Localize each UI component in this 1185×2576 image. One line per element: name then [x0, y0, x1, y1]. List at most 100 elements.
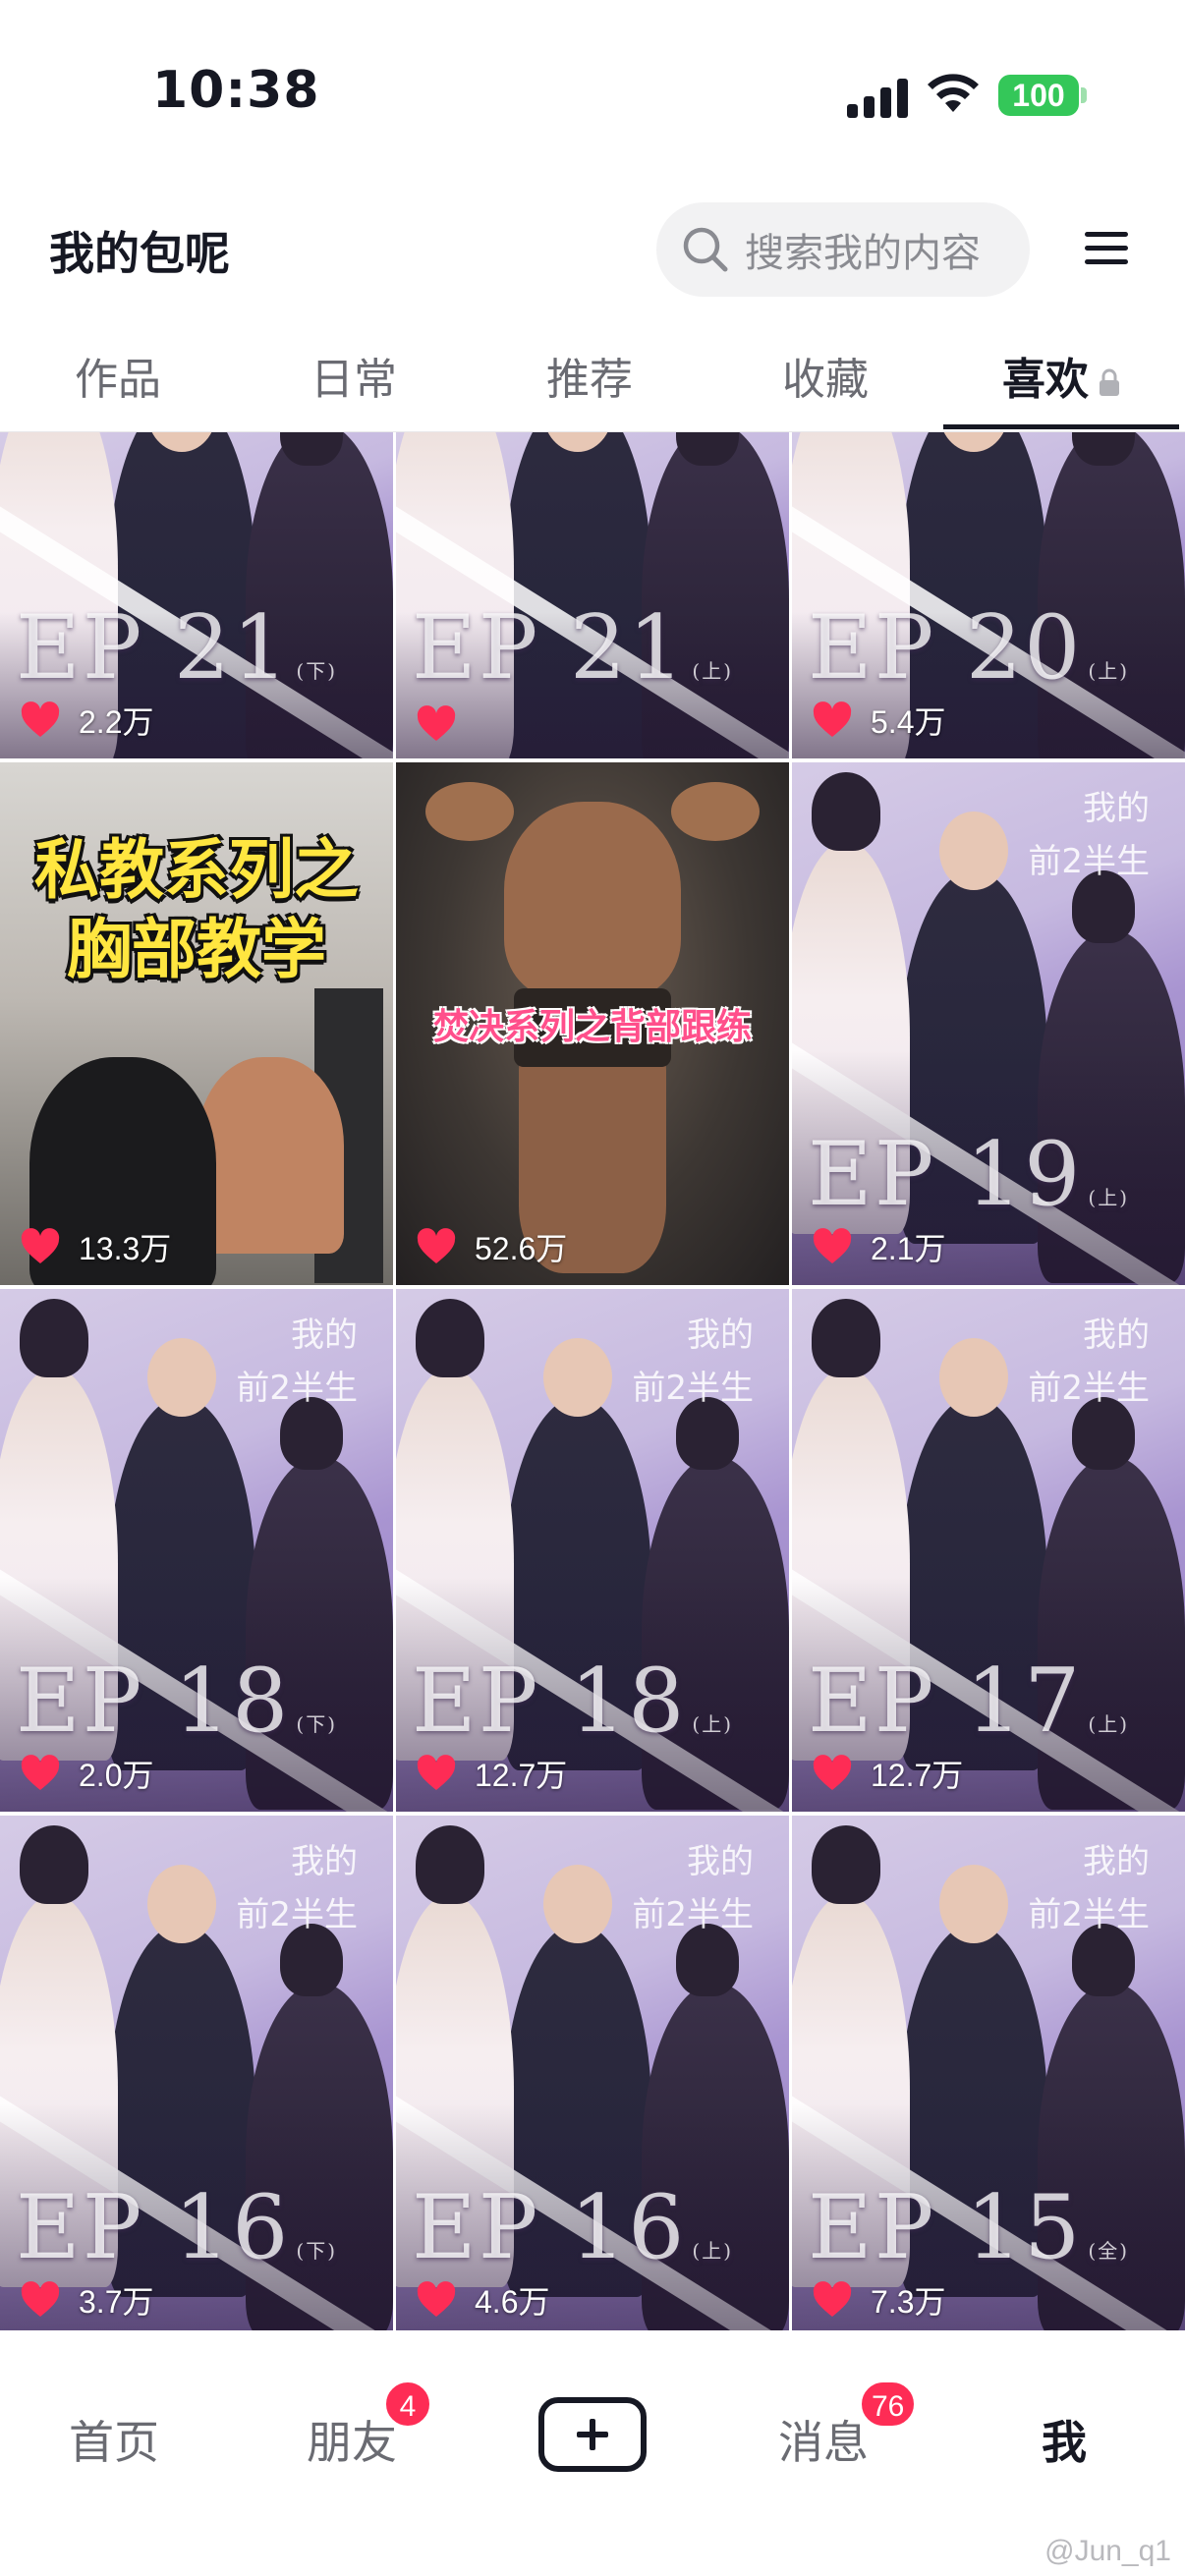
plus-icon [577, 2419, 608, 2450]
video-thumbnail[interactable]: 我的 前2半生 EP 18 (上) 12.7万 [396, 1289, 789, 1812]
nav-home[interactable]: 首页 [69, 2407, 159, 2472]
menu-icon[interactable] [1083, 224, 1130, 271]
episode-title: EP 18 (上) [412, 1650, 733, 1753]
like-count-row [416, 705, 475, 743]
video-thumbnail[interactable]: 我的 前2半生 EP 19 (上) 2.1万 [792, 762, 1185, 1285]
episode-part: (上) [1088, 659, 1129, 683]
episode-part: (下) [296, 659, 337, 683]
like-count: 2.0万 [79, 1758, 154, 1793]
episode-title: EP 21 (下) [16, 596, 337, 700]
battery-tip [1081, 87, 1087, 103]
episode-part: (上) [692, 2239, 733, 2263]
episode-part: (上) [692, 659, 733, 683]
show-title: 我的 前2半生 [1028, 789, 1150, 882]
tab-works[interactable]: 作品 [0, 344, 236, 407]
video-thumbnail[interactable]: 焚决系列之背部跟练 52.6万 [396, 762, 789, 1285]
video-thumbnail[interactable]: 私教系列之 胸部教学 13.3万 [0, 762, 393, 1285]
poster-figure-hair [416, 1825, 484, 1904]
friends-badge: 4 [383, 2380, 432, 2429]
poster-figure-head [147, 1338, 216, 1417]
poster-figure-head [543, 1865, 612, 1943]
like-count: 52.6万 [475, 1231, 568, 1266]
poster-figure-hair [812, 772, 880, 851]
search-input[interactable]: 搜索我的内容 [656, 202, 1030, 297]
heart-icon [813, 1755, 852, 1790]
video-thumbnail[interactable]: EP 21 (下) 2.2万 [0, 432, 393, 758]
poster-figure-head [543, 1338, 612, 1417]
show-title: 我的 前2半生 [632, 1316, 754, 1409]
heart-icon [21, 2281, 60, 2317]
profile-tabs: 作品 日常 推荐 收藏 喜欢 [0, 324, 1185, 432]
like-count: 7.3万 [871, 2284, 946, 2320]
tab-daily[interactable]: 日常 [236, 344, 472, 407]
episode-title: EP 16 (下) [16, 2176, 337, 2279]
poster-figure-hair [416, 1299, 484, 1377]
bottom-nav: 首页 朋友 4 消息 76 我 @Jun_q1 [0, 2330, 1185, 2576]
heart-icon [813, 2281, 852, 2317]
poster-figure-head [939, 1865, 1008, 1943]
episode-part: (下) [296, 2239, 337, 2263]
create-button[interactable] [538, 2397, 647, 2472]
like-count: 2.2万 [79, 704, 154, 740]
episode-title: EP 20 (上) [808, 596, 1129, 700]
bodybuilder-arm [425, 782, 514, 841]
episode-part: (全) [1088, 2239, 1129, 2263]
episode-number: EP 21 [16, 596, 291, 700]
like-count: 5.4万 [871, 704, 946, 740]
video-thumbnail[interactable]: 我的 前2半生 EP 16 (下) 3.7万 [0, 1816, 393, 2338]
episode-number: EP 16 [16, 2176, 291, 2279]
episode-number: EP 20 [808, 596, 1083, 700]
episode-number: EP 19 [808, 1123, 1083, 1226]
nav-me[interactable]: 我 [1042, 2407, 1087, 2472]
video-thumbnail[interactable]: EP 21 (上) [396, 432, 789, 758]
poster-figure-head [147, 1865, 216, 1943]
episode-number: EP 17 [808, 1650, 1083, 1753]
show-title: 我的 前2半生 [1028, 1316, 1150, 1409]
video-title: 焚决系列之背部跟练 [432, 1007, 752, 1047]
episode-number: EP 15 [808, 2176, 1083, 2279]
like-count: 12.7万 [871, 1758, 964, 1793]
nav-friends[interactable]: 朋友 [307, 2407, 397, 2472]
poster-figure-hair [812, 1825, 880, 1904]
like-count-row: 12.7万 [416, 1751, 567, 1796]
poster-figure-hair [812, 1299, 880, 1377]
video-thumbnail[interactable]: 我的 前2半生 EP 15 (全) 7.3万 [792, 1816, 1185, 2338]
nav-messages[interactable]: 消息 [778, 2407, 869, 2472]
liked-videos-grid: EP 21 (下) 2.2万 EP 21 (上) EP 20 (上) 5.4万 私教系列之 胸部… [0, 432, 1185, 2338]
episode-title: EP 19 (上) [808, 1123, 1129, 1226]
like-count-row: 7.3万 [812, 2277, 946, 2323]
like-count-row: 13.3万 [20, 1224, 171, 1269]
like-count: 12.7万 [475, 1758, 568, 1793]
show-title: 我的 前2半生 [632, 1842, 754, 1935]
episode-number: EP 18 [412, 1650, 687, 1753]
like-count: 3.7万 [79, 2284, 154, 2320]
heart-icon [417, 705, 456, 741]
video-thumbnail[interactable]: 我的 前2半生 EP 17 (上) 12.7万 [792, 1289, 1185, 1812]
tab-active-indicator [943, 424, 1179, 429]
tab-recommend[interactable]: 推荐 [472, 344, 707, 407]
cellular-signal-icon [847, 79, 908, 118]
poster-figure-hair [20, 1299, 88, 1377]
video-thumbnail[interactable]: 我的 前2半生 EP 18 (下) 2.0万 [0, 1289, 393, 1812]
watermark: @Jun_q1 [1044, 2535, 1171, 2567]
episode-title: EP 21 (上) [412, 596, 733, 700]
episode-number: EP 21 [412, 596, 687, 700]
status-bar: 10:38 100 [0, 0, 1185, 187]
video-thumbnail[interactable]: 我的 前2半生 EP 16 (上) 4.6万 [396, 1816, 789, 2338]
heart-icon [417, 1228, 456, 1263]
trainee-figure [197, 1057, 344, 1254]
like-count: 4.6万 [475, 2284, 550, 2320]
poster-figure-hair [20, 1825, 88, 1904]
profile-name: 我的包呢 [49, 227, 230, 280]
tab-likes[interactable]: 喜欢 [943, 344, 1179, 407]
show-title: 我的 前2半生 [236, 1316, 358, 1409]
episode-number: EP 18 [16, 1650, 291, 1753]
episode-part: (上) [1088, 1186, 1129, 1209]
like-count-row: 2.1万 [812, 1224, 946, 1269]
like-count: 13.3万 [79, 1231, 172, 1266]
like-count: 2.1万 [871, 1231, 946, 1266]
tab-favorites[interactable]: 收藏 [707, 344, 943, 407]
video-thumbnail[interactable]: EP 20 (上) 5.4万 [792, 432, 1185, 758]
like-count-row: 2.2万 [20, 698, 154, 743]
episode-part: (下) [296, 1712, 337, 1736]
